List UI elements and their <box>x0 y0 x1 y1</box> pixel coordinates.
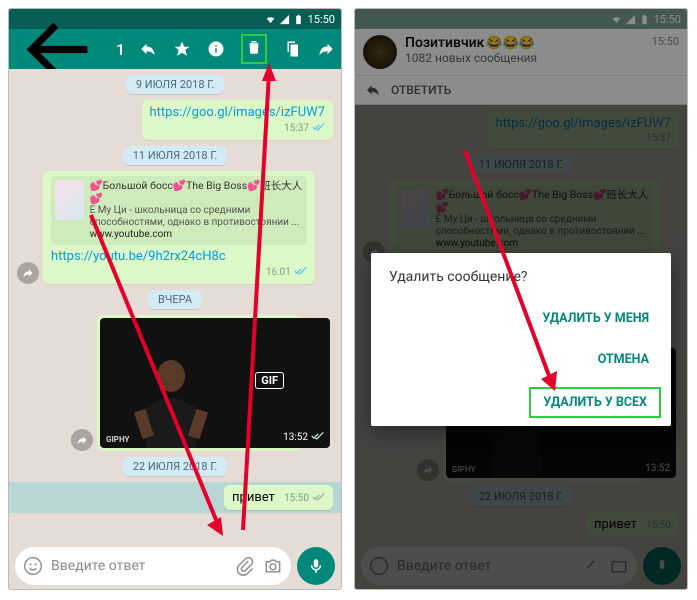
cancel-button[interactable]: ОТМЕНА <box>586 346 661 373</box>
date-separator: 22 ИЮЛЯ 2018 Г. <box>123 457 228 476</box>
read-ticks-icon <box>294 266 307 279</box>
message-bubble-selected: привет 15:50 <box>224 485 333 510</box>
delete-dialog: Удалить сообщение? УДАЛИТЬ У МЕНЯ ОТМЕНА… <box>371 253 671 426</box>
sent-ticks-icon <box>312 492 325 505</box>
delete-button-highlight <box>241 34 267 64</box>
battery-icon <box>293 14 304 25</box>
mic-button[interactable] <box>297 547 335 585</box>
preview-desc: Е Му Ци - школьница со средними способно… <box>90 205 303 229</box>
date-separator: 11 ИЮЛЯ 2018 Г. <box>123 146 228 165</box>
forward-chip[interactable] <box>71 429 93 451</box>
forward-chip[interactable] <box>17 262 39 284</box>
dialog-title: Удалить сообщение? <box>389 269 661 285</box>
delete-for-me-button[interactable]: УДАЛИТЬ У МЕНЯ <box>530 305 661 332</box>
link-preview[interactable]: 💕Большой босс💕The Big Boss💕班长大人💕 Е Му Ци… <box>51 176 307 245</box>
left-screenshot: 15:50 1 9 ИЮЛЯ 2018 Г. https://goo.gl/im… <box>8 8 342 590</box>
message-input[interactable]: Введите ответ <box>15 547 291 585</box>
preview-title: 💕Большой босс💕The Big Boss💕班长大人💕 <box>90 180 303 205</box>
info-icon[interactable] <box>207 40 225 58</box>
wifi-icon <box>265 14 276 25</box>
message-bubble[interactable]: https://goo.gl/images/izFUW7 15:37 <box>142 100 333 140</box>
message-text: привет <box>232 490 275 505</box>
selected-message-row[interactable]: привет 15:50 <box>9 482 341 513</box>
input-placeholder: Введите ответ <box>51 558 227 574</box>
chat-pane[interactable]: 9 ИЮЛЯ 2018 Г. https://goo.gl/images/izF… <box>9 69 341 543</box>
forward-icon[interactable] <box>317 40 335 58</box>
read-ticks-icon <box>312 122 325 135</box>
reply-icon[interactable] <box>139 40 157 58</box>
selection-count: 1 <box>116 40 125 59</box>
read-ticks-icon <box>311 431 324 444</box>
status-time: 15:50 <box>308 13 335 26</box>
selection-toolbar: 1 <box>9 29 341 69</box>
date-separator: 9 ИЮЛЯ 2018 Г. <box>126 75 224 94</box>
link-text[interactable]: https://youtu.be/9h2rx24cH8c <box>51 249 226 264</box>
link-text[interactable]: https://goo.gl/images/izFUW7 <box>150 105 325 120</box>
composer: Введите ответ <box>9 543 341 589</box>
delete-for-everyone-button[interactable]: УДАЛИТЬ У ВСЕХ <box>529 387 661 418</box>
right-screenshot: 15:50 Позитивчик😂😂😂 1082 новых сообщения… <box>354 8 688 590</box>
star-icon[interactable] <box>173 40 191 58</box>
attach-icon[interactable] <box>235 556 255 576</box>
trash-icon[interactable] <box>245 38 263 56</box>
mic-icon <box>307 557 325 575</box>
copy-icon[interactable] <box>283 40 301 58</box>
gif-source: GIPHY <box>106 435 129 444</box>
preview-thumb <box>55 180 84 220</box>
gif-figure <box>126 348 216 448</box>
message-bubble[interactable]: 💕Большой босс💕The Big Boss💕班长大人💕 Е Му Ци… <box>43 171 315 284</box>
gif-message[interactable]: GIF GIPHY 13:52 <box>97 315 301 451</box>
camera-icon[interactable] <box>263 556 283 576</box>
signal-icon <box>279 14 290 25</box>
emoji-icon[interactable] <box>23 556 43 576</box>
gif-badge: GIF <box>255 372 284 389</box>
date-separator: ВЧЕРА <box>148 290 202 309</box>
preview-site: www.youtube.com <box>90 229 303 241</box>
